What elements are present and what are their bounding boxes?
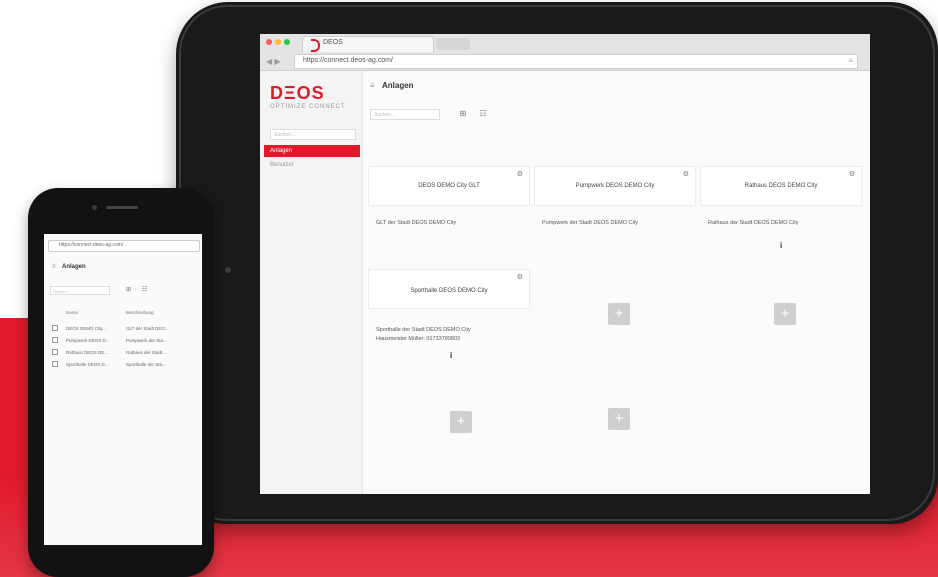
url-bar[interactable]: https://connect.deos-ag.com/ ≡	[294, 54, 858, 69]
anlage-icon	[52, 361, 58, 367]
search-input[interactable]: Suchen...	[370, 109, 440, 120]
row-description: Rathaus der Stadt...	[126, 350, 167, 355]
tablet-screen: DEOS ◀ ▶ https://connect.deos-ag.com/ ≡ …	[260, 34, 870, 494]
table-row[interactable]: DEOS DEMO City... GLT der Stadt DEO...	[50, 323, 196, 334]
close-window-icon[interactable]	[266, 39, 272, 45]
maximize-window-icon[interactable]	[284, 39, 290, 45]
card-description: Sporthalle der Stadt DEOS DEMO City	[376, 327, 471, 333]
anlage-icon	[52, 337, 58, 343]
sidebar-search-input[interactable]: Suchen...	[270, 129, 356, 140]
settings-icon[interactable]: ⚙	[517, 273, 523, 281]
table-row[interactable]: Rathaus DEOS DE... Rathaus der Stadt...	[50, 347, 196, 358]
tab-title: DEOS	[323, 39, 343, 46]
info-icon[interactable]: i	[780, 241, 782, 250]
anlage-icon	[52, 349, 58, 355]
card-title: Rathaus DEOS DEMO City	[744, 183, 818, 189]
sidebar-item-benutzer[interactable]: Benutzer	[264, 159, 360, 171]
page-title: Anlagen	[382, 81, 414, 90]
card-description: Rathaus der Stadt DEOS DEMO City	[708, 220, 799, 226]
card-description: GLT der Stadt DEOS DEMO City	[376, 220, 457, 226]
hamburger-icon[interactable]: ≡	[370, 81, 375, 90]
phone-screen: https://connect.deos-ag.com/ ≡ Anlagen S…	[44, 234, 202, 545]
minimize-window-icon[interactable]	[275, 39, 281, 45]
row-description: Pumpwerk der Sta...	[126, 338, 167, 343]
table-row[interactable]: Sporthalle DEOS D... Sporthalle der Sta.…	[50, 359, 196, 370]
hamburger-icon[interactable]: ≡	[848, 56, 853, 65]
card-title: DEOS DEMO City GLT	[418, 183, 480, 189]
row-name: Pumpwerk DEOS D...	[66, 338, 110, 343]
url-text: https://connect.deos-ag.com/	[303, 57, 393, 64]
logo-subtitle: OPTIMIZE CONNECT	[270, 104, 346, 110]
hamburger-icon[interactable]: ≡	[52, 264, 56, 270]
page-title: Anlagen	[62, 264, 86, 270]
add-anlage-button[interactable]: +	[450, 411, 472, 433]
deos-favicon-icon	[311, 39, 320, 52]
row-description: GLT der Stadt DEO...	[126, 326, 169, 331]
card-title: Sporthalle DEOS DEMO City	[410, 288, 488, 294]
row-name: DEOS DEMO City...	[66, 326, 106, 331]
list-view-icon[interactable]: ☷	[142, 286, 147, 293]
phone-speaker	[106, 206, 138, 209]
card-description: Pumpwerk der Stadt DEOS DEMO City	[542, 220, 638, 226]
column-header-description[interactable]: Beschreibung	[126, 310, 154, 315]
column-header-name[interactable]: Name	[66, 310, 78, 315]
sidebar: DΞOS OPTIMIZE CONNECT Suchen... Anlagen …	[260, 71, 363, 494]
card-title: Pumpwerk DEOS DEMO City	[575, 183, 655, 189]
add-anlage-button[interactable]: +	[608, 303, 630, 325]
card-contact: Hausmeister Müller: 01733799803	[376, 336, 461, 342]
row-name: Rathaus DEOS DE...	[66, 350, 109, 355]
anlage-card[interactable]: ⚙ DEOS DEMO City GLT	[368, 166, 530, 206]
anlage-icon	[52, 325, 58, 331]
anlage-card[interactable]: ⚙ Pumpwerk DEOS DEMO City	[534, 166, 696, 206]
add-anlage-button[interactable]: +	[774, 303, 796, 325]
url-text: https://connect.deos-ag.com/	[59, 242, 124, 248]
new-tab-button[interactable]	[436, 38, 470, 50]
grid-view-icon[interactable]: ⊞	[458, 109, 468, 119]
row-name: Sporthalle DEOS D...	[66, 362, 109, 367]
grid-view-icon[interactable]: ⊞	[126, 286, 131, 293]
phone-camera	[92, 205, 97, 210]
anlage-card[interactable]: ⚙ Rathaus DEOS DEMO City	[700, 166, 862, 206]
main-content: ≡ Anlagen Suchen... ⊞ ☷ ⚙ DEOS DEMO City…	[362, 71, 870, 494]
sidebar-item-anlagen[interactable]: Anlagen	[264, 145, 360, 157]
sidebar-item-label: Anlagen	[270, 148, 293, 154]
settings-icon[interactable]: ⚙	[683, 170, 689, 178]
browser-tab[interactable]: DEOS	[302, 36, 434, 52]
tablet-camera	[225, 267, 231, 273]
settings-icon[interactable]: ⚙	[849, 170, 855, 178]
anlage-card[interactable]: ⚙ Sporthalle DEOS DEMO City	[368, 269, 530, 309]
sidebar-item-label: Benutzer	[270, 162, 295, 168]
add-anlage-button[interactable]: +	[608, 408, 630, 430]
settings-icon[interactable]: ⚙	[517, 170, 523, 178]
deos-logo: DΞOS	[270, 83, 325, 103]
back-arrow-icon[interactable]: ◀ ▶	[266, 57, 281, 66]
browser-chrome: DEOS ◀ ▶ https://connect.deos-ag.com/ ≡	[260, 34, 870, 71]
info-icon[interactable]: i	[450, 351, 452, 360]
row-description: Sporthalle der Sta...	[126, 362, 166, 367]
table-row[interactable]: Pumpwerk DEOS D... Pumpwerk der Sta...	[50, 335, 196, 346]
list-view-icon[interactable]: ☷	[478, 109, 488, 119]
phone-url-bar[interactable]: https://connect.deos-ag.com/	[48, 240, 200, 252]
search-input[interactable]: Suchen...	[50, 286, 110, 295]
